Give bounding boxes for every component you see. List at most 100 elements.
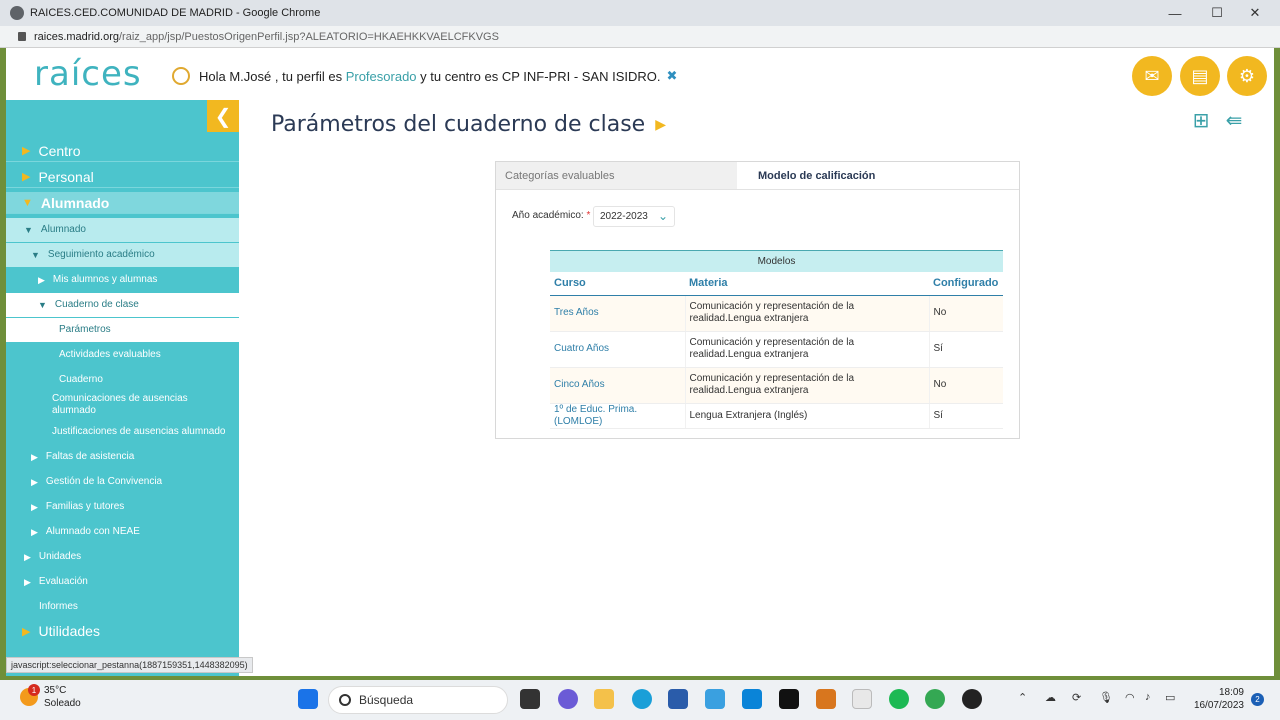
cell-curso[interactable]: Tres Años	[550, 295, 685, 332]
close-session-icon[interactable]: ✖	[667, 68, 678, 84]
sidebar-item-label: Alumnado con NEAE	[45, 526, 140, 537]
url-text[interactable]: raices.madrid.org/raiz_app/jsp/PuestosOr…	[34, 31, 499, 43]
cell-curso[interactable]: Cinco Años	[550, 367, 685, 404]
microphone-icon[interactable]: 🎙	[1099, 691, 1113, 704]
table-row[interactable]: Cuatro Años Comunicación y representació…	[550, 331, 1003, 368]
year-select[interactable]: 2022-2023 ⌄	[593, 206, 675, 227]
triangle-down-icon: ▼	[38, 300, 47, 310]
teams-icon[interactable]	[558, 689, 578, 709]
table-row[interactable]: Cinco Años Comunicación y representación…	[550, 367, 1003, 404]
triangle-right-icon: ▶	[22, 145, 31, 157]
file-explorer-icon[interactable]	[594, 689, 614, 709]
task-view-icon[interactable]	[520, 689, 540, 709]
taskbar: 1 35°C Soleado Búsqueda ⌃ ☁ ⟳ 🎙 ◠ ♪ ▭ 18:…	[0, 680, 1280, 720]
triangle-down-icon: ▼	[24, 225, 33, 235]
raices-logo[interactable]: raíces	[34, 54, 142, 94]
maximize-icon[interactable]: ☐	[1198, 0, 1236, 26]
tab-modelo-calificacion[interactable]: Modelo de calificación	[737, 162, 1019, 189]
sun-icon: 1	[20, 684, 40, 706]
search-icon	[339, 694, 351, 706]
windows-start-icon[interactable]	[298, 689, 318, 709]
sidebar-item-label: Parámetros	[59, 324, 111, 335]
address-bar[interactable]: raices.madrid.org/raiz_app/jsp/PuestosOr…	[0, 26, 1280, 48]
triangle-right-icon: ▶	[31, 476, 38, 487]
sidebar-item-parametros[interactable]: Parámetros	[6, 318, 239, 342]
volume-icon[interactable]: ♪	[1145, 691, 1151, 703]
column-header-materia[interactable]: Materia	[685, 272, 929, 296]
sidebar-item-convivencia[interactable]: ▶ Gestión de la Convivencia	[6, 470, 239, 494]
sidebar-item-cuaderno[interactable]: Cuaderno	[6, 368, 239, 392]
weather-widget[interactable]: 1 35°C Soleado	[20, 684, 81, 710]
sidebar-item-familias[interactable]: ▶ Familias y tutores	[6, 495, 239, 519]
clock[interactable]: 18:09 16/07/2023	[1190, 686, 1244, 712]
greeting-text: , tu perfil es	[274, 68, 343, 84]
sidebar-item-utilidades[interactable]: ▶ Utilidades	[6, 620, 239, 642]
tab-categorias-evaluables[interactable]: Categorías evaluables	[496, 162, 737, 189]
chevron-up-icon[interactable]: ⌃	[1018, 691, 1027, 704]
github-icon[interactable]	[962, 689, 982, 709]
sidebar-item-neae[interactable]: ▶ Alumnado con NEAE	[6, 520, 239, 544]
store-icon[interactable]	[668, 689, 688, 709]
sidebar-item-unidades[interactable]: ▶ Unidades	[6, 545, 239, 569]
sidebar-item-label: Cuaderno	[59, 374, 103, 385]
add-document-icon[interactable]: ⊞	[1190, 108, 1212, 132]
user-icon	[172, 67, 190, 85]
sidebar-item-label: Utilidades	[38, 623, 100, 639]
sidebar-item-label: Mis alumnos y alumnas	[52, 274, 158, 285]
settings-button[interactable]: ⚙	[1227, 56, 1267, 96]
sidebar-item-comunicaciones[interactable]: Comunicaciones de ausencias alumnado	[6, 391, 239, 419]
back-arrow-icon[interactable]: ⇚	[1220, 108, 1248, 132]
required-marker: *	[586, 210, 591, 221]
sidebar-item-centro[interactable]: ▶ Centro	[6, 140, 239, 162]
minimize-icon[interactable]: —	[1156, 0, 1194, 26]
edge-icon[interactable]	[632, 689, 652, 709]
chevron-down-icon: ⌄	[657, 209, 668, 223]
column-header-configurado[interactable]: Configurado	[929, 272, 1003, 296]
chrome-icon[interactable]	[925, 689, 945, 709]
sync-icon[interactable]: ⟳	[1072, 691, 1081, 704]
sidebar-item-informes[interactable]: Informes	[6, 595, 239, 619]
sidebar-item-label: Justificaciones de ausencias alumnado	[52, 426, 226, 437]
taskbar-search[interactable]: Búsqueda	[328, 686, 508, 714]
cloud-icon[interactable]: ☁	[1045, 691, 1056, 704]
sidebar-item-evaluacion[interactable]: ▶ Evaluación	[6, 570, 239, 594]
sidebar-item-alumnado[interactable]: ▼ Alumnado	[6, 192, 239, 214]
wifi-icon[interactable]: ◠	[1125, 691, 1135, 704]
column-header-curso[interactable]: Curso	[550, 272, 685, 296]
sidebar-item-mis-alumnos[interactable]: ▶ Mis alumnos y alumnas	[6, 268, 239, 292]
profile-name: Profesorado	[345, 68, 417, 84]
sidebar-item-alumnado-sub[interactable]: ▼ Alumnado	[6, 218, 239, 242]
table-row[interactable]: Tres Años Comunicación y representación …	[550, 295, 1003, 332]
sidebar-item-label: Centro	[38, 142, 81, 159]
cell-curso[interactable]: 1º de Educ. Prima. (LOMLOE)	[550, 403, 685, 429]
sidebar-item-cuaderno-clase[interactable]: ▼ Cuaderno de clase	[6, 293, 239, 317]
l-app-icon[interactable]	[705, 689, 725, 709]
table-row[interactable]: 1º de Educ. Prima. (LOMLOE) Lengua Extra…	[550, 403, 1003, 429]
battery-icon[interactable]: ▭	[1165, 691, 1175, 704]
triangle-right-icon: ▶	[22, 625, 31, 638]
sidebar-item-label: Faltas de asistencia	[45, 451, 135, 462]
close-window-icon[interactable]: ✕	[1236, 0, 1274, 26]
notification-badge[interactable]: 2	[1251, 693, 1264, 706]
java-icon[interactable]	[852, 689, 872, 709]
page-title-text: Parámetros del cuaderno de clase	[271, 112, 646, 137]
netflix-icon[interactable]	[779, 689, 799, 709]
mail-button[interactable]: ✉	[1132, 56, 1172, 96]
sidebar-item-seguimiento[interactable]: ▼ Seguimiento académico	[6, 243, 239, 267]
sidebar-item-justificaciones[interactable]: Justificaciones de ausencias alumnado	[6, 420, 239, 444]
sublime-icon[interactable]	[816, 689, 836, 709]
spotify-icon[interactable]	[889, 689, 909, 709]
triangle-right-icon: ▶	[31, 501, 38, 512]
collapse-sidebar-button[interactable]: ❮	[207, 100, 239, 132]
temperature: 35°C	[44, 685, 67, 696]
sidebar-item-label: Seguimiento académico	[47, 249, 155, 260]
sidebar-item-faltas[interactable]: ▶ Faltas de asistencia	[6, 445, 239, 469]
documents-button[interactable]: ▤	[1180, 56, 1220, 96]
chevron-left-icon: ❮	[214, 105, 232, 128]
triangle-right-icon: ▶	[24, 576, 31, 587]
sidebar-item-actividades[interactable]: Actividades evaluables	[6, 343, 239, 367]
cell-curso[interactable]: Cuatro Años	[550, 331, 685, 368]
sidebar-item-personal[interactable]: ▶ Personal	[6, 166, 239, 188]
app-icon[interactable]	[742, 689, 762, 709]
user-greeting: Hola M.José , tu perfil es Profesorado y…	[172, 67, 677, 85]
